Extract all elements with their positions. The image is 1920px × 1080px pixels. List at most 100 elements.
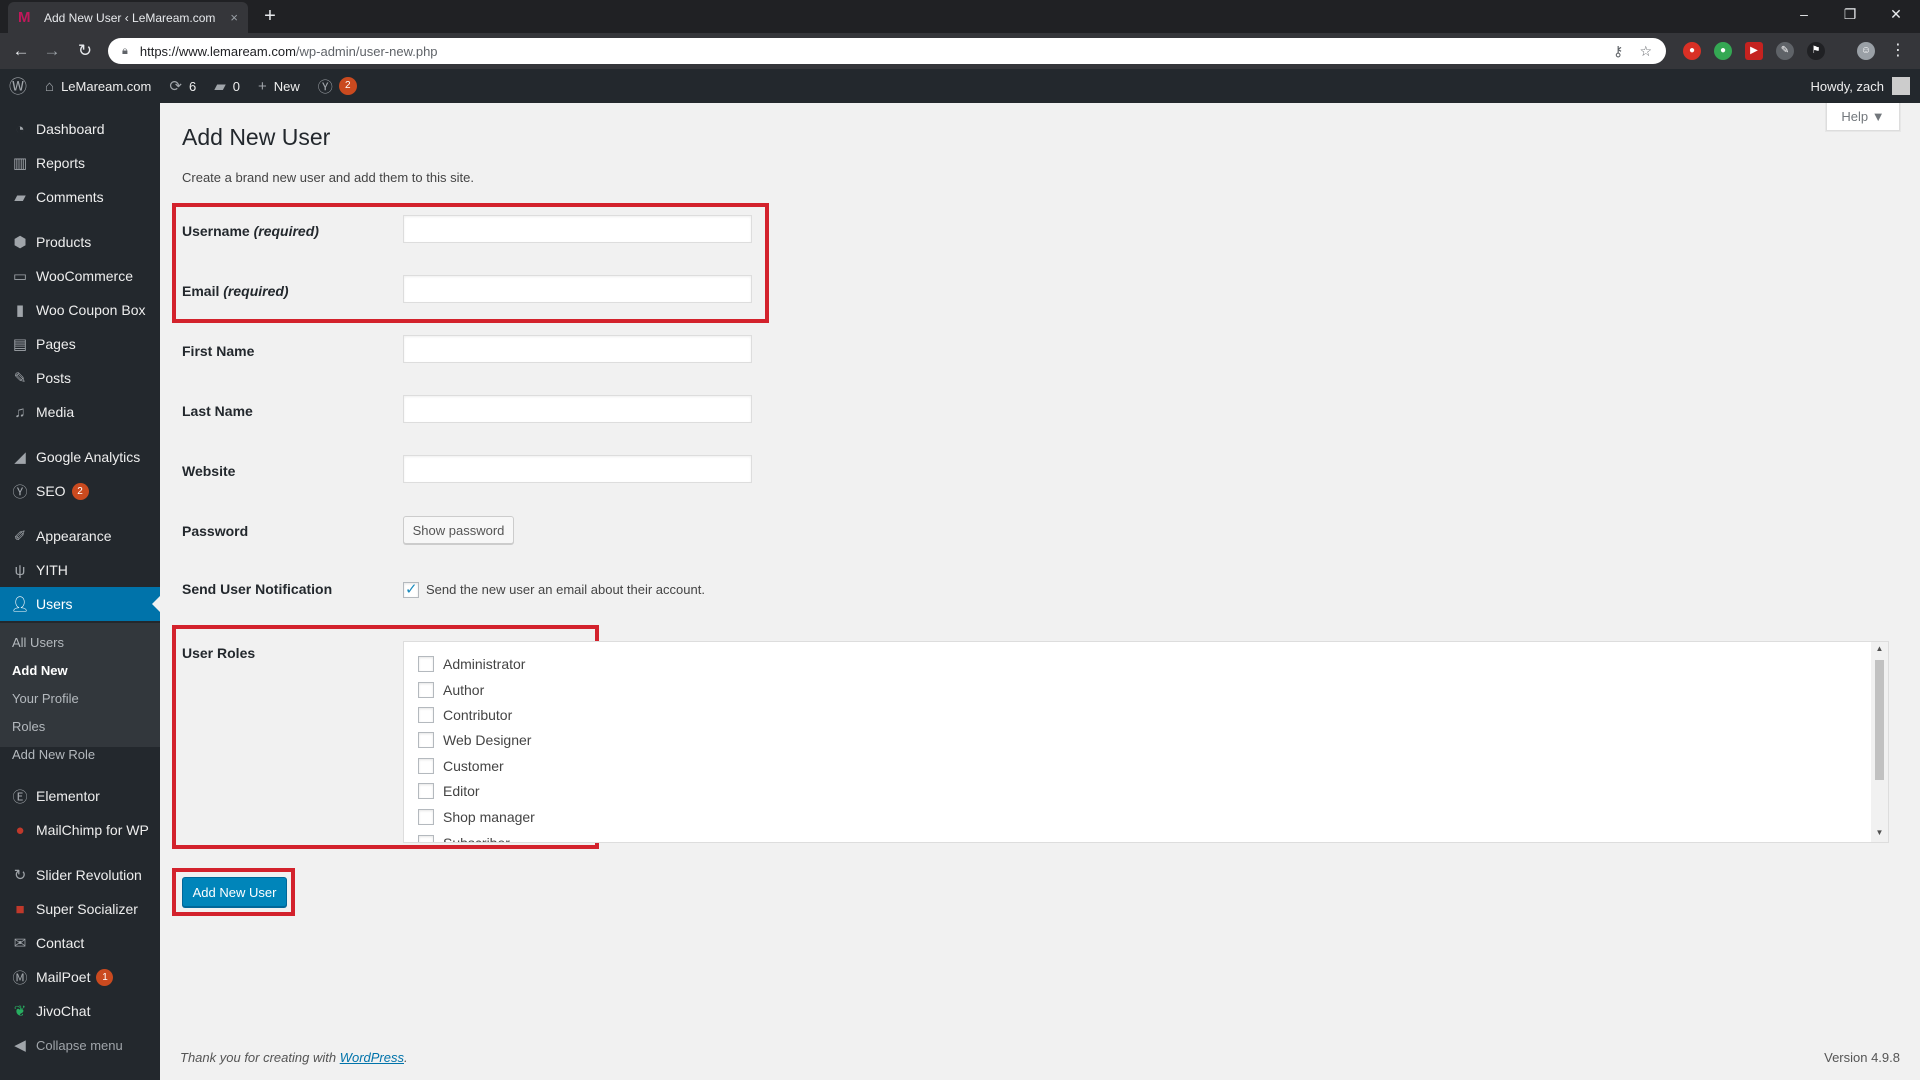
home-icon: ⌂ bbox=[45, 77, 55, 95]
wordpress-link[interactable]: WordPress bbox=[340, 1050, 404, 1065]
role-customer[interactable]: Customer bbox=[418, 756, 504, 776]
scroll-up-arrow-icon[interactable]: ▲ bbox=[1871, 644, 1888, 653]
sidebar-item-mailchimp[interactable]: ● MailChimp for WP bbox=[0, 813, 160, 847]
sidebar-item-appearance[interactable]: ✐ Appearance bbox=[0, 519, 160, 553]
extension-pen-icon[interactable]: ✎ bbox=[1776, 42, 1794, 60]
back-arrow-icon[interactable]: ← bbox=[9, 39, 33, 63]
sidebar-item-posts[interactable]: ✎ Posts bbox=[0, 361, 160, 395]
role-author[interactable]: Author bbox=[418, 680, 484, 700]
role-subscriber[interactable]: Subscriber bbox=[418, 833, 510, 842]
mailpoet-icon: Ⓜ bbox=[12, 969, 28, 987]
website-input[interactable] bbox=[403, 455, 752, 483]
window-restore-button[interactable]: ❐ bbox=[1827, 0, 1873, 30]
comment-icon: ▰ bbox=[214, 78, 226, 95]
sidebar-item-yith[interactable]: ψ YITH bbox=[0, 553, 160, 587]
submenu-all-users[interactable]: All Users bbox=[12, 635, 64, 650]
sidebar-item-woocommerce[interactable]: ▭ WooCommerce bbox=[0, 259, 160, 293]
extension-flag-icon[interactable]: ⚑ bbox=[1807, 42, 1825, 60]
yith-icon: ψ bbox=[14, 561, 26, 579]
user-roles-label: User Roles bbox=[182, 645, 256, 661]
role-checkbox[interactable] bbox=[418, 783, 434, 799]
sidebar-item-woo-coupon-box[interactable]: ▮ Woo Coupon Box bbox=[0, 293, 160, 327]
media-icon: ♫ bbox=[14, 403, 26, 421]
site-name-link[interactable]: ⌂ LeMaream.com bbox=[36, 69, 160, 103]
window-close-button[interactable]: ✕ bbox=[1873, 0, 1919, 30]
role-administrator[interactable]: Administrator bbox=[418, 654, 525, 674]
help-tab-button[interactable]: Help ▼ bbox=[1826, 103, 1900, 131]
role-checkbox[interactable] bbox=[418, 732, 434, 748]
sidebar-item-mailpoet[interactable]: Ⓜ MailPoet 1 bbox=[0, 960, 160, 994]
submenu-roles[interactable]: Roles bbox=[12, 719, 45, 734]
last-name-label: Last Name bbox=[182, 403, 253, 419]
leaf-icon: ❦ bbox=[13, 1003, 27, 1020]
submenu-your-profile[interactable]: Your Profile bbox=[12, 691, 79, 706]
role-editor[interactable]: Editor bbox=[418, 781, 480, 801]
extension-red-icon[interactable]: ● bbox=[1683, 42, 1701, 60]
sidebar-item-reports[interactable]: ▥ Reports bbox=[0, 146, 160, 180]
sidebar-item-comments[interactable]: ▰ Comments bbox=[0, 180, 160, 214]
howdy-text: Howdy, zach bbox=[1810, 78, 1884, 94]
sidebar-item-media[interactable]: ♫ Media bbox=[0, 395, 160, 429]
extension-green-icon[interactable]: ● bbox=[1714, 42, 1732, 60]
tab-close-icon[interactable]: × bbox=[230, 10, 238, 25]
extension-video-icon[interactable]: ▶ bbox=[1745, 42, 1763, 60]
plus-icon: + bbox=[257, 77, 267, 95]
username-input[interactable] bbox=[403, 215, 752, 243]
key-icon[interactable]: ⚷ bbox=[1613, 43, 1623, 60]
email-input[interactable] bbox=[403, 275, 752, 303]
sidebar-item-slider-revolution[interactable]: ↻ Slider Revolution bbox=[0, 858, 160, 892]
role-checkbox[interactable] bbox=[418, 809, 434, 825]
dashboard-icon: ◔ bbox=[15, 120, 25, 138]
sidebar-item-seo[interactable]: Ⓨ SEO 2 bbox=[0, 474, 160, 508]
forward-arrow-icon[interactable]: → bbox=[40, 39, 64, 63]
reload-icon[interactable]: ↻ bbox=[73, 39, 97, 63]
sidebar-item-dashboard[interactable]: ◔ Dashboard bbox=[0, 112, 160, 146]
roles-scrollbar[interactable]: ▲ ▼ bbox=[1871, 642, 1888, 842]
sidebar-item-jivochat[interactable]: ❦ JivoChat bbox=[0, 994, 160, 1028]
wp-logo-icon[interactable]: Ⓦ bbox=[0, 69, 36, 103]
collapse-icon: ◀ bbox=[14, 1037, 26, 1054]
bookmark-star-icon[interactable]: ☆ bbox=[1639, 43, 1652, 60]
role-checkbox[interactable] bbox=[418, 682, 434, 698]
account-menu[interactable]: Howdy, zach bbox=[1811, 69, 1910, 103]
first-name-input[interactable] bbox=[403, 335, 752, 363]
add-new-user-button[interactable]: Add New User bbox=[182, 877, 287, 907]
role-checkbox[interactable] bbox=[418, 707, 434, 723]
role-contributor[interactable]: Contributor bbox=[418, 705, 512, 725]
users-submenu: All Users Add New Your Profile Roles Add… bbox=[0, 623, 160, 762]
sidebar-item-elementor[interactable]: Ⓔ Elementor bbox=[0, 779, 160, 813]
envelope-icon: ✉ bbox=[13, 935, 27, 952]
comments-link[interactable]: ▰ 0 bbox=[205, 69, 249, 103]
user-roles-list[interactable]: Administrator Author Contributor Web Des… bbox=[403, 641, 1889, 843]
scroll-thumb[interactable] bbox=[1875, 660, 1884, 780]
window-minimize-button[interactable]: – bbox=[1781, 0, 1827, 30]
role-checkbox[interactable] bbox=[418, 656, 434, 672]
sidebar-collapse-menu[interactable]: ◀ Collapse menu bbox=[0, 1028, 160, 1062]
submenu-add-new[interactable]: Add New bbox=[12, 663, 68, 678]
last-name-input[interactable] bbox=[403, 395, 752, 423]
send-notification-checkbox[interactable] bbox=[403, 580, 419, 598]
role-checkbox[interactable] bbox=[418, 758, 434, 774]
sidebar-item-users[interactable]: 👤︎ Users bbox=[0, 587, 160, 621]
profile-avatar-icon[interactable]: ☺ bbox=[1857, 42, 1875, 60]
seo-link[interactable]: Ⓨ 2 bbox=[309, 69, 366, 103]
coupon-icon: ▮ bbox=[15, 302, 25, 319]
pin-icon: ✎ bbox=[13, 370, 27, 387]
sidebar-item-contact[interactable]: ✉ Contact bbox=[0, 926, 160, 960]
updates-link[interactable]: ⟳ 6 bbox=[160, 69, 205, 103]
submenu-add-new-role[interactable]: Add New Role bbox=[12, 747, 95, 762]
sidebar-item-google-analytics[interactable]: ◢ Google Analytics bbox=[0, 440, 160, 474]
role-checkbox[interactable] bbox=[418, 835, 434, 842]
browser-tab[interactable]: M Add New User ‹ LeMaream.com × bbox=[8, 2, 248, 33]
new-content-link[interactable]: + New bbox=[249, 69, 309, 103]
browser-menu-icon[interactable]: ⋮ bbox=[1889, 42, 1907, 60]
role-web-designer[interactable]: Web Designer bbox=[418, 730, 531, 750]
role-shop-manager[interactable]: Shop manager bbox=[418, 807, 535, 827]
scroll-down-arrow-icon[interactable]: ▼ bbox=[1871, 828, 1888, 837]
new-tab-button[interactable]: + bbox=[258, 5, 282, 29]
sidebar-item-pages[interactable]: ▤ Pages bbox=[0, 327, 160, 361]
sidebar-item-super-socializer[interactable]: ■ Super Socializer bbox=[0, 892, 160, 926]
sidebar-item-products[interactable]: ⬢ Products bbox=[0, 225, 160, 259]
show-password-button[interactable]: Show password bbox=[403, 516, 514, 544]
address-bar[interactable]: 🔒︎ https://www.lemaream.com/wp-admin/use… bbox=[108, 38, 1666, 64]
